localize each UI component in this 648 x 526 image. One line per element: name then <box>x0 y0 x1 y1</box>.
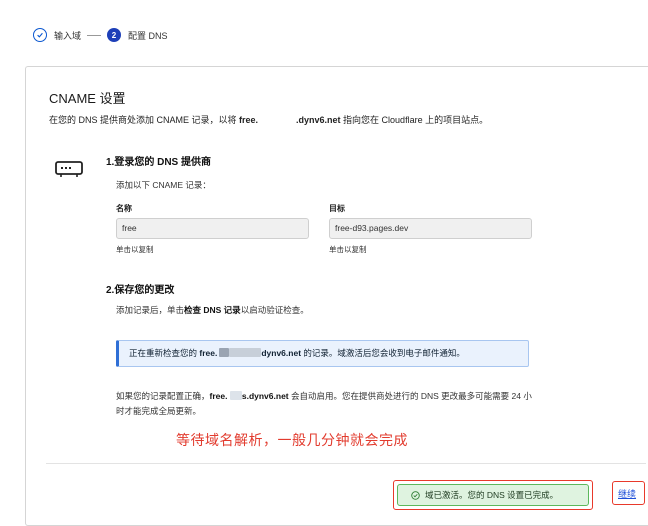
step-2-title: 2.保存您的更改 <box>106 285 175 296</box>
cname-settings-card: CNAME 设置 在您的 DNS 提供商处添加 CNAME 记录，以将 free… <box>25 66 648 526</box>
stepper: 输入域 2 配置 DNS <box>33 28 168 42</box>
recheck-info-banner: 正在重新检查您的 free. dynv6.net 的记录。域激活后您会收到电子邮件… <box>116 340 529 367</box>
target-copy-field[interactable]: free-d93.pages.dev <box>329 218 532 239</box>
step-2-description: 添加记录后，单击检查 DNS 记录以启动验证检查。 <box>116 305 309 315</box>
page-title: CNAME 设置 <box>49 91 126 106</box>
check-circle-icon <box>411 490 420 500</box>
step-1-title: 1.登录您的 DNS 提供商 <box>106 157 212 168</box>
step-1-label: 输入域 <box>54 30 82 41</box>
step-2-number: 2 <box>107 28 122 42</box>
divider <box>46 463 646 464</box>
domain-active-status-badge: 域已激活。您的 DNS 设置已完成。 <box>397 484 589 506</box>
target-copy-hint: 单击以复制 <box>329 245 367 254</box>
target-label: 目标 <box>329 204 345 213</box>
redacted-text <box>229 391 242 400</box>
step-2-label: 配置 DNS <box>128 30 168 41</box>
name-copy-hint: 单击以复制 <box>116 245 154 254</box>
redacted-text <box>229 348 262 357</box>
continue-button[interactable]: 继续 <box>618 487 636 500</box>
router-icon <box>55 161 83 177</box>
redacted-text <box>219 348 230 357</box>
card-subtitle: 在您的 DNS 提供商处添加 CNAME 记录，以将 free. .dynv6.n… <box>49 115 489 125</box>
step-connector <box>87 34 102 36</box>
step-complete-check-icon <box>33 28 47 42</box>
red-annotation-text: 等待域名解析，一般几分钟就会完成 <box>176 432 408 448</box>
name-label: 名称 <box>116 204 132 213</box>
name-copy-field[interactable]: free <box>116 218 309 239</box>
step-1-description: 添加以下 CNAME 记录： <box>116 180 211 190</box>
propagation-note: 如果您的记录配置正确，free. s.dynv6.net 会自动启用。您在提供商… <box>116 391 532 416</box>
